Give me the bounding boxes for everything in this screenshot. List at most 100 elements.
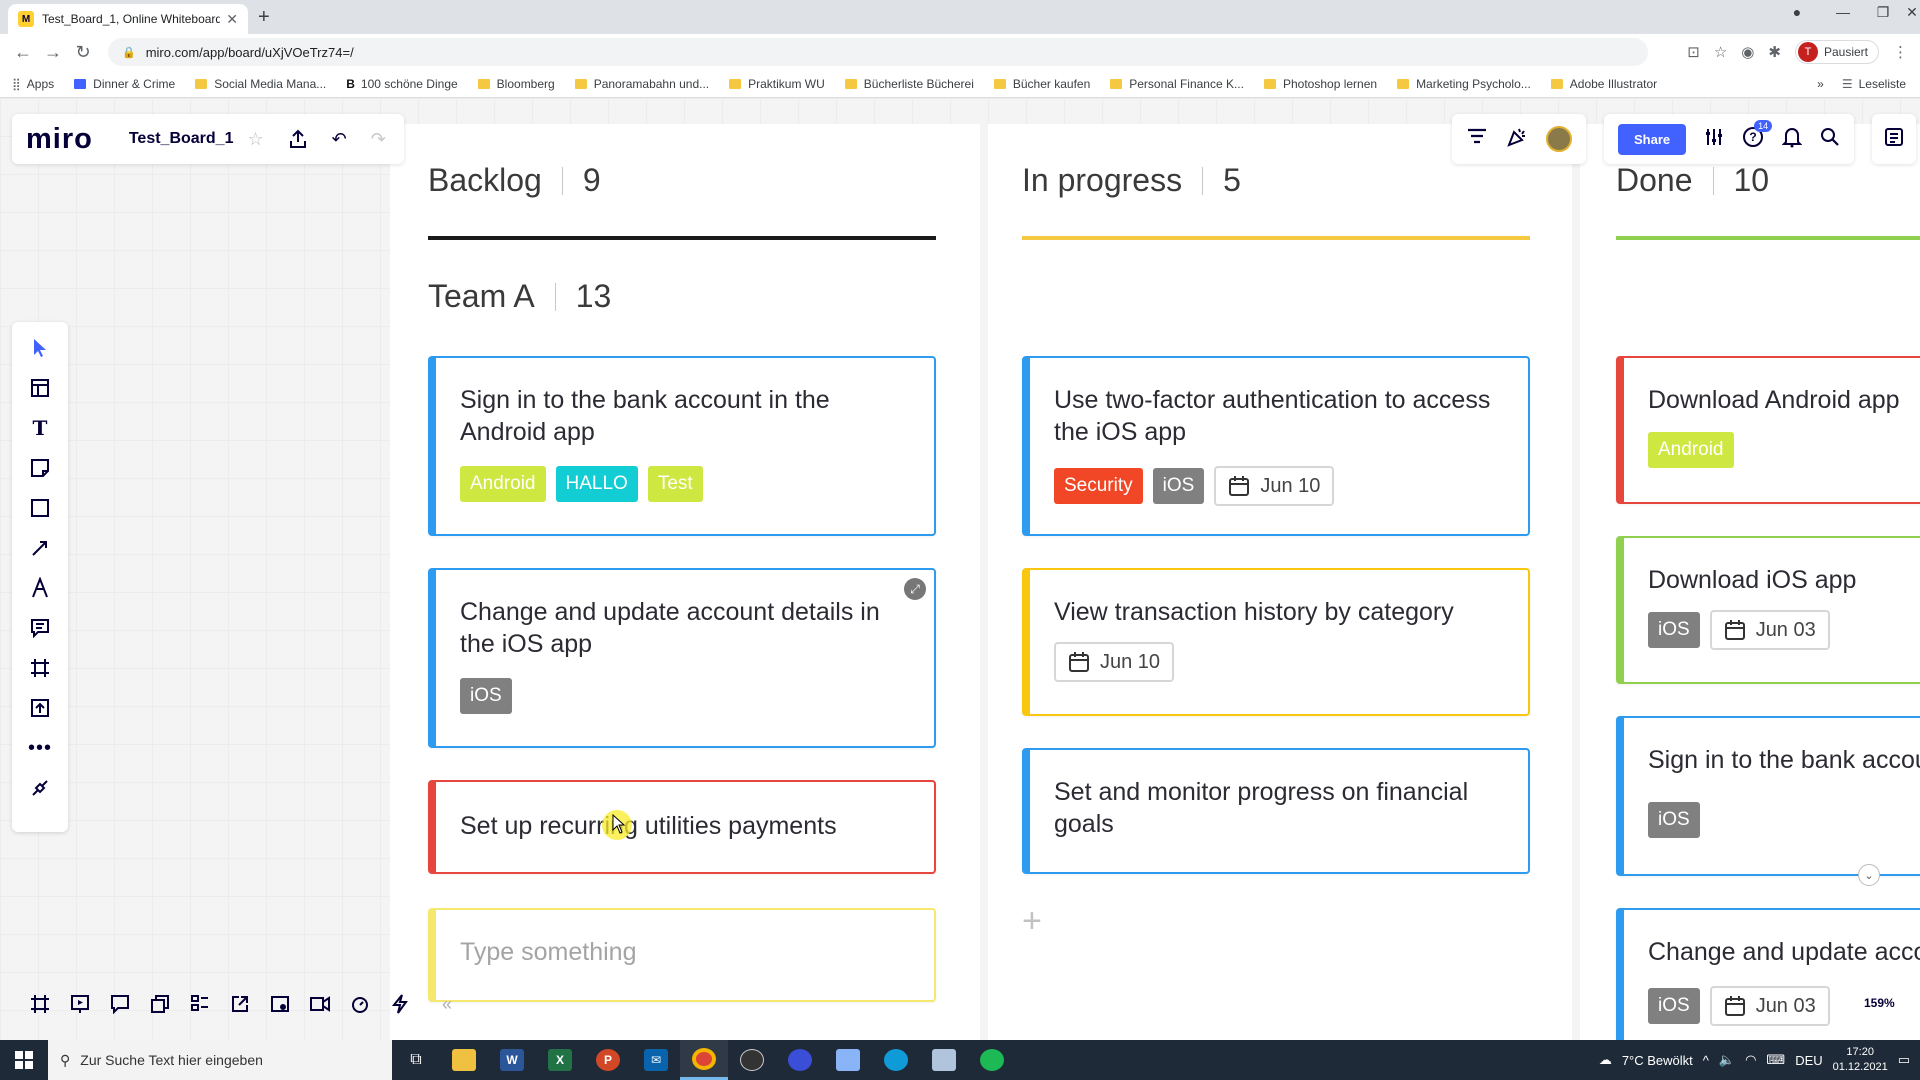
board-name[interactable]: Test_Board_1 — [129, 130, 234, 148]
chrome-icon[interactable] — [680, 1040, 728, 1080]
presentation-icon[interactable] — [68, 992, 92, 1016]
edge-icon[interactable] — [872, 1040, 920, 1080]
powerpoint-icon[interactable]: P — [584, 1040, 632, 1080]
lightning-icon[interactable] — [388, 992, 412, 1016]
task-view-icon[interactable]: ⧉ — [392, 1040, 440, 1080]
profile-menu-icon[interactable]: ● — [1782, 4, 1812, 20]
clock[interactable]: 17:20 01.12.2021 — [1833, 1045, 1888, 1075]
close-window-icon[interactable]: ✕ — [1904, 4, 1920, 21]
bookmark-item[interactable]: Bücherliste Bücherei — [844, 77, 974, 91]
back-icon[interactable]: ← — [8, 42, 38, 63]
restore-icon[interactable]: ❐ — [1868, 4, 1898, 21]
frame-tool-icon[interactable] — [28, 656, 52, 680]
bookmark-item[interactable]: Panoramabahn und... — [574, 77, 709, 91]
collapse-toolbar-icon[interactable]: « — [442, 994, 452, 1015]
tag[interactable]: Android — [460, 466, 546, 502]
connection-line-icon[interactable] — [28, 536, 52, 560]
bookmark-apps[interactable]: ⣿ Apps — [12, 77, 54, 91]
card[interactable]: Sign in to the bank account in the Andro… — [428, 356, 936, 536]
column-header-backlog[interactable]: Backlog 9 — [428, 162, 601, 199]
bookmark-item[interactable]: Dinner & Crime — [74, 77, 175, 91]
close-tab-icon[interactable]: ✕ — [226, 11, 238, 28]
app-icon[interactable] — [776, 1040, 824, 1080]
column-header-in-progress[interactable]: In progress 5 — [1022, 162, 1241, 199]
card[interactable]: Set up recurring utilities payments — [428, 780, 936, 874]
more-tools-icon[interactable]: ••• — [28, 736, 52, 760]
templates-icon[interactable] — [28, 376, 52, 400]
card[interactable]: ⤢ Change and update account details in t… — [428, 568, 936, 748]
miro-canvas[interactable]: Backlog 9 In progress 5 Done 10 Team A 13 Si… — [0, 98, 1920, 1040]
tag[interactable]: iOS — [1152, 468, 1205, 504]
star-icon[interactable]: ☆ — [247, 129, 263, 150]
screen-share-icon[interactable] — [268, 992, 292, 1016]
text-tool-icon[interactable]: T — [28, 416, 52, 440]
windows-start-icon[interactable] — [0, 1040, 48, 1080]
share-button[interactable]: Share — [1618, 123, 1687, 155]
profile-button[interactable]: T Pausiert — [1794, 40, 1879, 64]
language-indicator[interactable]: DEU — [1795, 1053, 1822, 1068]
tag[interactable]: Security — [1054, 468, 1143, 504]
redo-icon[interactable]: ↷ — [371, 129, 386, 150]
card[interactable]: Change and update account details in the… — [1616, 908, 1920, 1040]
excel-icon[interactable]: X — [536, 1040, 584, 1080]
tag[interactable]: iOS — [1648, 802, 1700, 838]
add-card-icon[interactable]: + — [1022, 902, 1042, 941]
bookmark-item[interactable]: Praktikum WU — [729, 77, 825, 91]
card[interactable]: Download Android app Android — [1616, 356, 1920, 504]
card-new[interactable]: Type something — [428, 908, 936, 1002]
card[interactable]: View transaction history by category Jun… — [1022, 568, 1530, 716]
extension-badge-icon[interactable]: ◉ — [1741, 43, 1754, 61]
shape-tool-icon[interactable] — [28, 496, 52, 520]
apps-plugin-icon[interactable] — [28, 776, 52, 800]
menu-icon[interactable]: ⋮ — [1893, 43, 1908, 61]
frames-panel-icon[interactable] — [28, 992, 52, 1016]
word-icon[interactable]: W — [488, 1040, 536, 1080]
cards-panel-icon[interactable] — [148, 992, 172, 1016]
more-bookmarks-icon[interactable]: » — [1817, 77, 1824, 91]
upload-icon[interactable] — [28, 696, 52, 720]
url-field[interactable]: 🔒 miro.com/app/board/uXjVOeTrz74=/ — [108, 38, 1648, 66]
spotify-icon[interactable] — [968, 1040, 1016, 1080]
tag[interactable]: Test — [647, 466, 703, 502]
reading-list[interactable]: ☰ Leseliste — [1842, 77, 1906, 91]
zoom-level[interactable]: 159% — [1864, 996, 1895, 1010]
bookmark-item[interactable]: Photoshop lernen — [1263, 77, 1377, 91]
due-date[interactable]: Jun 03 — [1709, 610, 1830, 650]
card[interactable]: Download iOS app iOS Jun 03 — [1616, 536, 1920, 684]
timer-icon[interactable] — [348, 992, 372, 1016]
due-date[interactable]: Jun 03 — [1709, 986, 1830, 1026]
tag[interactable]: iOS — [460, 678, 512, 714]
bookmark-item[interactable]: Bloomberg — [477, 77, 555, 91]
card[interactable]: Sign in to the bank account iOS — [1616, 716, 1920, 876]
video-icon[interactable] — [308, 992, 332, 1016]
minimize-icon[interactable]: — — [1828, 4, 1858, 20]
swimlane-header[interactable]: Team A 13 — [428, 278, 611, 315]
sticky-note-icon[interactable] — [28, 456, 52, 480]
collaborator-avatar[interactable] — [1546, 126, 1572, 152]
bookmark-item[interactable]: Social Media Mana... — [195, 77, 326, 91]
extensions-icon[interactable]: ✱ — [1768, 43, 1781, 61]
comments-panel-icon[interactable] — [108, 992, 132, 1016]
bookmark-item[interactable]: Marketing Psycholo... — [1397, 77, 1531, 91]
forward-icon[interactable]: → — [38, 42, 68, 63]
celebrate-icon[interactable] — [1506, 126, 1528, 153]
miro-logo[interactable]: miro — [26, 123, 93, 156]
bookmark-item[interactable]: Bücher kaufen — [993, 77, 1090, 91]
due-date[interactable]: Jun 10 — [1214, 466, 1335, 506]
kanban-icon[interactable] — [188, 992, 212, 1016]
translate-icon[interactable]: ⊡ — [1687, 43, 1700, 61]
select-cursor-icon[interactable] — [28, 336, 52, 360]
chevron-down-icon[interactable]: ⌄ — [1858, 864, 1880, 886]
tag[interactable]: Android — [1648, 432, 1734, 468]
due-date[interactable]: Jun 10 — [1054, 642, 1175, 682]
tray-chevron-icon[interactable]: ^ — [1703, 1053, 1709, 1068]
search-icon[interactable] — [1820, 127, 1840, 152]
bookmark-item[interactable]: Adobe Illustrator — [1550, 77, 1657, 91]
help-icon[interactable]: ? 14 — [1742, 119, 1773, 153]
bookmark-star-icon[interactable]: ☆ — [1714, 43, 1727, 61]
export-icon[interactable] — [288, 129, 308, 149]
reload-icon[interactable]: ↻ — [68, 42, 98, 63]
share-external-icon[interactable] — [228, 992, 252, 1016]
notifications-icon[interactable]: ▭ — [1898, 1052, 1910, 1068]
wifi-icon[interactable]: ◠ — [1745, 1052, 1756, 1068]
